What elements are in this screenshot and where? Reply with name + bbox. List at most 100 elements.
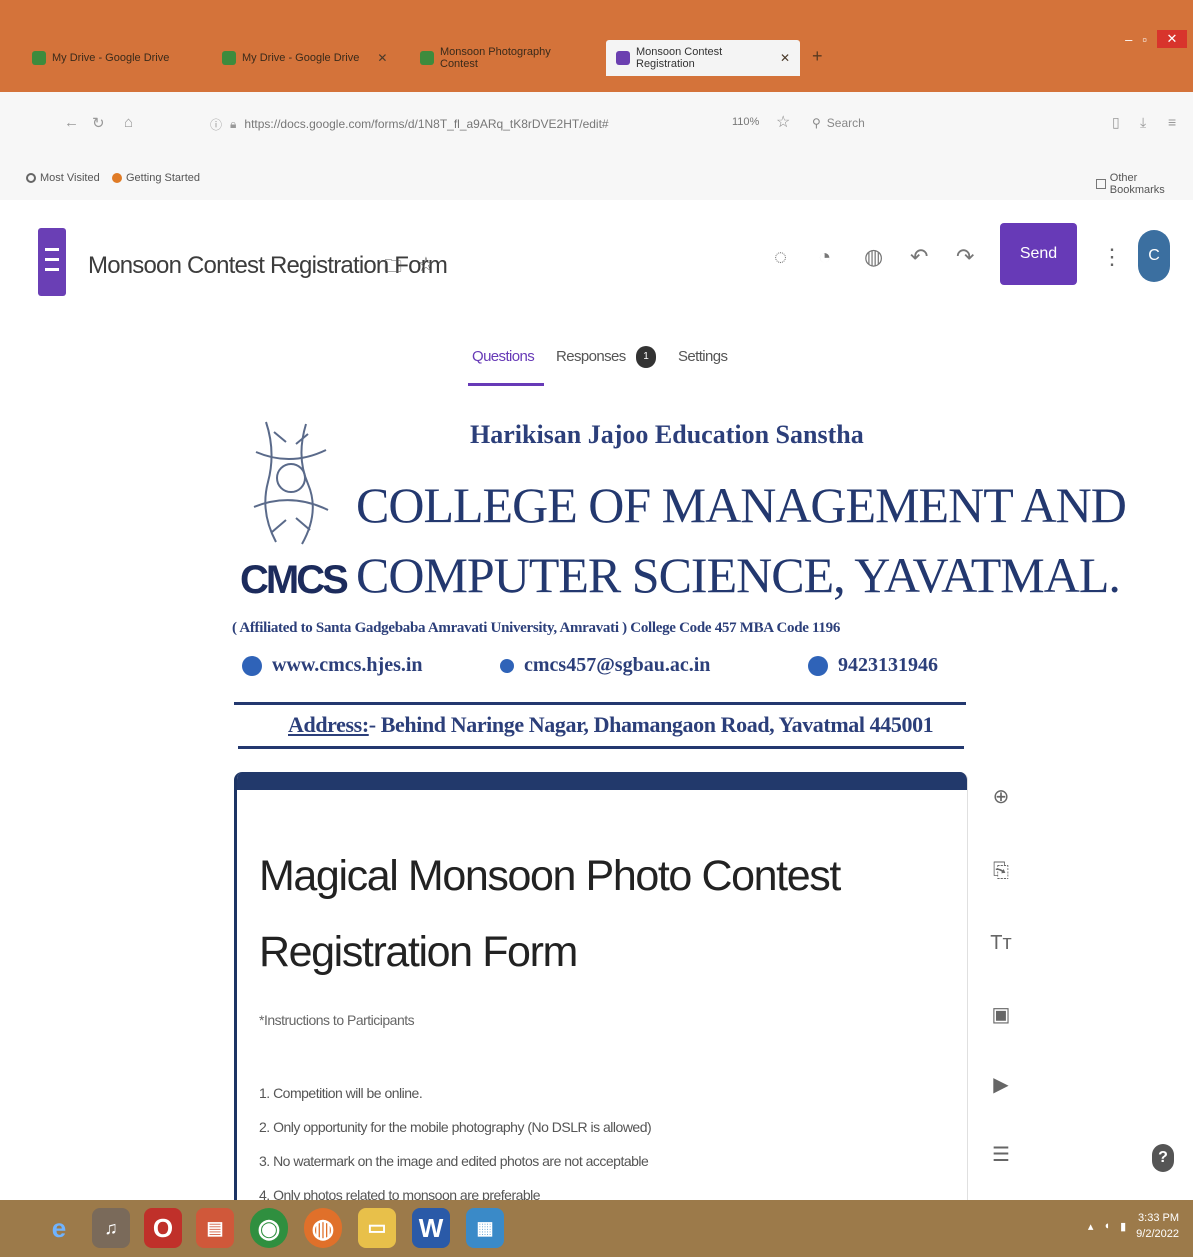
photo-viewer-icon[interactable]: ▦ — [466, 1208, 504, 1248]
tab-settings[interactable]: Settings — [678, 348, 728, 365]
app-icon[interactable]: ♫ — [92, 1208, 130, 1248]
rule-item: 3. No watermark on the image and edited … — [259, 1153, 649, 1169]
add-question-icon[interactable]: ⊕ — [986, 784, 1016, 809]
google-forms-icon[interactable] — [38, 228, 66, 296]
rules-list: 1. Competition will be online. 2. Only o… — [259, 1076, 652, 1212]
bookmark-getting-started[interactable]: Getting Started — [112, 172, 200, 184]
navigation-bar: ← ↻ ⌂ ⓘ 🔒︎ https://docs.google.com/forms… — [0, 92, 1193, 158]
move-to-folder-icon[interactable]: 🗀︎ — [384, 254, 402, 284]
bookmark-other[interactable]: Other Bookmarks — [1096, 172, 1193, 196]
volume-icon[interactable]: ◖ — [1103, 1220, 1110, 1232]
tab-close-icon[interactable]: ✕ — [780, 51, 790, 65]
info-icon: ⓘ — [210, 117, 223, 132]
system-tray: ▴ ◖ ▮ 3:33 PM 9/2/2022 — [1088, 1210, 1179, 1242]
app-icon[interactable]: ▤ — [196, 1208, 234, 1248]
phone-icon — [808, 655, 828, 676]
browser-tab-active[interactable]: Monsoon Contest Registration ✕ — [606, 40, 800, 76]
tab-close-icon[interactable]: ✕ — [377, 51, 387, 65]
downloads-icon[interactable]: ⤓ — [1140, 114, 1146, 131]
home-icon[interactable]: ⌂ — [124, 114, 133, 131]
preview-icon[interactable]: ◔ — [818, 244, 831, 270]
redo-icon[interactable]: ↷ — [956, 244, 974, 270]
minimize-icon[interactable]: – — [1125, 32, 1132, 47]
college-name-line2: COMPUTER SCIENCE, YAVATMAL. — [356, 547, 1121, 603]
bookmark-star-icon[interactable]: ☆ — [776, 112, 790, 132]
zoom-level[interactable]: 110% — [732, 116, 759, 128]
form-description[interactable]: *Instructions to Participants — [259, 1012, 415, 1028]
url-text: https://docs.google.com/forms/d/1N8T_fl_… — [244, 117, 609, 131]
clock[interactable]: 3:33 PM 9/2/2022 — [1136, 1210, 1179, 1242]
chrome-icon[interactable]: ◉ — [250, 1208, 288, 1248]
college-emblem — [253, 421, 329, 545]
card-accent-bar — [237, 772, 967, 790]
send-button[interactable]: Send — [1000, 223, 1077, 285]
window-controls: – ▫ ✕ — [1125, 30, 1187, 48]
search-input[interactable]: ⚲ Search — [812, 116, 865, 130]
reload-icon[interactable]: ↻ — [92, 114, 105, 132]
bookmark-label: Getting Started — [126, 172, 200, 184]
tab-label: My Drive - Google Drive — [52, 52, 170, 64]
affiliation-text: ( Affiliated to Santa Gadgebaba Amravati… — [232, 620, 841, 636]
website-text: www.cmcs.hjes.in — [272, 654, 423, 676]
customize-theme-icon[interactable]: ◌ — [774, 244, 787, 270]
divider — [238, 746, 964, 749]
addons-icon[interactable]: ◍ — [864, 244, 883, 270]
globe-icon — [242, 655, 262, 676]
add-section-icon[interactable]: ☰ — [986, 1142, 1016, 1167]
bookmark-most-visited[interactable]: Most Visited — [26, 172, 100, 184]
add-video-icon[interactable]: ▶ — [986, 1072, 1016, 1097]
responses-count-badge: 1 — [636, 346, 656, 368]
url-bar[interactable]: ⓘ 🔒︎ https://docs.google.com/forms/d/1N8… — [210, 110, 730, 138]
word-icon[interactable]: W — [412, 1208, 450, 1248]
college-name-line1: COLLEGE OF MANAGEMENT AND — [356, 477, 1127, 533]
avatar[interactable]: C — [1138, 230, 1170, 282]
drive-icon — [420, 51, 434, 65]
rule-item: 1. Competition will be online. — [259, 1085, 423, 1101]
undo-icon[interactable]: ↶ — [910, 244, 928, 270]
trust-name: Harikisan Jajoo Education Sanstha — [470, 420, 864, 449]
gear-icon — [26, 173, 36, 183]
address-label: Address: — [288, 712, 369, 737]
browser-tab-drive-1[interactable]: My Drive - Google Drive — [22, 40, 202, 76]
help-icon[interactable]: ? — [1152, 1144, 1174, 1172]
library-icon[interactable]: ▯ — [1112, 114, 1120, 131]
back-icon[interactable]: ← — [64, 114, 79, 131]
form-card-title[interactable]: Magical Monsoon Photo Contest Registrati… — [259, 838, 919, 990]
star-icon[interactable]: ☆ — [417, 252, 435, 277]
menu-icon[interactable]: ≡ — [1168, 114, 1176, 130]
bookmark-label: Other Bookmarks — [1109, 172, 1165, 196]
tab-responses[interactable]: Responses — [556, 348, 626, 365]
firefox-icon[interactable]: ◍ — [304, 1208, 342, 1248]
form-tabs: Questions Responses 1 Settings — [0, 340, 1193, 390]
network-icon[interactable]: ▮ — [1120, 1220, 1126, 1233]
window-close-icon[interactable]: ✕ — [1157, 30, 1187, 48]
website-contact: www.cmcs.hjes.in — [242, 654, 423, 677]
import-questions-icon[interactable]: ⎘ — [986, 860, 1016, 883]
opera-icon[interactable]: O — [144, 1208, 182, 1248]
file-explorer-icon[interactable]: ▭ — [358, 1208, 396, 1248]
screen: My Drive - Google Drive My Drive - Googl… — [0, 0, 1193, 1257]
browser-tab-drive-2[interactable]: My Drive - Google Drive ✕ — [212, 40, 402, 76]
address-text: - Behind Naringe Nagar, Dhamangaon Road,… — [368, 712, 934, 737]
tray-arrow-icon[interactable]: ▴ — [1088, 1220, 1094, 1233]
active-tab-indicator — [468, 383, 544, 386]
tab-questions[interactable]: Questions — [472, 348, 535, 365]
search-icon: ⚲ — [812, 116, 821, 130]
add-image-icon[interactable]: ▣ — [986, 1002, 1016, 1027]
forms-tab-icon — [616, 51, 630, 65]
internet-explorer-icon[interactable]: e — [40, 1208, 78, 1248]
more-options-icon[interactable]: ⋮ — [1101, 244, 1123, 270]
phone-text: 9423131946 — [838, 654, 938, 676]
new-tab-button[interactable]: + — [812, 46, 823, 67]
date-text: 9/2/2022 — [1136, 1228, 1179, 1240]
forms-header: Monsoon Contest Registration Form 🗀︎ ☆ ◌… — [0, 200, 1193, 310]
search-placeholder: Search — [826, 116, 865, 130]
browser-tab-contest[interactable]: Monsoon Photography Contest — [410, 40, 600, 76]
form-header-card[interactable]: Magical Monsoon Photo Contest Registrati… — [234, 772, 968, 1212]
add-title-icon[interactable]: Tт — [986, 932, 1016, 955]
email-contact: cmcs457@sgbau.ac.in — [500, 654, 710, 677]
divider — [234, 702, 966, 705]
maximize-icon[interactable]: ▫ — [1142, 32, 1147, 47]
address: Address:- Behind Naringe Nagar, Dhamanga… — [288, 712, 934, 738]
lock-icon: 🔒︎ — [230, 116, 237, 131]
